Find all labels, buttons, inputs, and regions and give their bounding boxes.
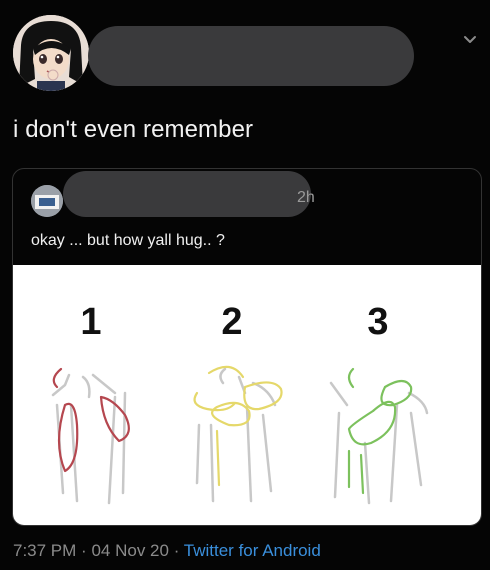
redacted-username [88,26,414,86]
timestamp-time[interactable]: 7:37 PM [13,541,76,560]
quoted-user-avatar [31,185,63,217]
anime-avatar-icon [13,15,89,91]
author-avatar[interactable] [13,15,89,91]
hug-figure-1 [51,367,130,505]
user-avatar-icon [31,185,63,217]
tweet-text: i don't even remember [13,116,254,143]
hug-figure-2 [193,365,283,503]
quoted-tweet-image[interactable]: 1 2 3 [13,265,481,525]
quoted-tweet[interactable]: 2h okay ... but how yall hug.. ? 1 2 3 [12,168,482,526]
separator: · [81,541,87,560]
separator: · [173,541,180,560]
redacted-quoted-username [63,171,311,217]
hug-figure-3 [329,367,429,505]
quoted-tweet-text: okay ... but how yall hug.. ? [31,232,225,249]
tweet-metadata: 7:37 PM · 04 Nov 20 · Twitter for Androi… [13,541,321,561]
source-link[interactable]: Twitter for Android [184,541,321,560]
quoted-timestamp: 2h [297,189,315,206]
chevron-down-icon[interactable] [460,30,480,50]
hug-drawings [51,365,429,505]
timestamp-date[interactable]: 04 Nov 20 [91,541,169,560]
